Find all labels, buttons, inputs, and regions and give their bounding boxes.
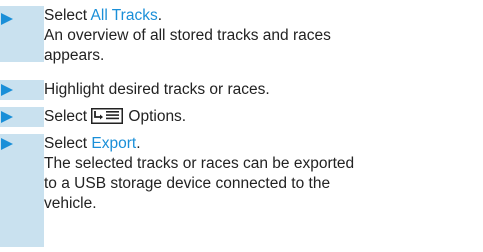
step-text: Highlight desired tracks or races.	[44, 80, 475, 100]
step-text: Select Export. The selected tracks or ra…	[44, 134, 475, 214]
bullet-arrow-icon	[0, 110, 14, 124]
export-link[interactable]: Export	[91, 135, 136, 152]
step-bar	[0, 80, 44, 100]
instruction-list: Select All Tracks. An overview of all st…	[0, 0, 483, 252]
all-tracks-link[interactable]: All Tracks	[91, 7, 158, 24]
instruction-line: Select Options.	[44, 107, 475, 127]
step-highlight-tracks: Highlight desired tracks or races.	[0, 80, 483, 100]
step-text: Select All Tracks. An overview of all st…	[44, 6, 475, 66]
instruction-line: Select All Tracks.	[44, 6, 475, 26]
step-select-export: Select Export. The selected tracks or ra…	[0, 134, 483, 247]
result-line: vehicle.	[44, 195, 97, 212]
instruction-prefix: Select	[44, 7, 91, 24]
step-bar	[0, 107, 44, 127]
result-line: appears.	[44, 47, 105, 64]
bullet-arrow-icon	[0, 12, 14, 26]
instruction-prefix: Select	[44, 135, 92, 152]
result-line: An overview of all stored tracks and rac…	[44, 27, 331, 44]
instruction-line: Select Export.	[44, 134, 475, 154]
step-bar	[0, 6, 44, 62]
instruction-suffix: .	[157, 7, 163, 24]
step-select-all-tracks: Select All Tracks. An overview of all st…	[0, 6, 483, 64]
instruction-suffix: .	[136, 135, 141, 152]
options-label: Options.	[128, 108, 187, 125]
result-line: The selected tracks or races can be expo…	[44, 155, 355, 172]
options-list-icon[interactable]	[91, 108, 124, 124]
instruction-prefix: Select	[44, 108, 92, 125]
bullet-arrow-icon	[0, 137, 14, 151]
step-bar	[0, 134, 44, 247]
bullet-arrow-icon	[0, 83, 14, 97]
step-select-options: Select Options.	[0, 107, 483, 127]
instruction-line: Highlight desired tracks or races.	[44, 81, 270, 98]
result-line: to a USB storage device connected to the	[44, 175, 331, 192]
step-text: Select Options.	[44, 107, 475, 127]
